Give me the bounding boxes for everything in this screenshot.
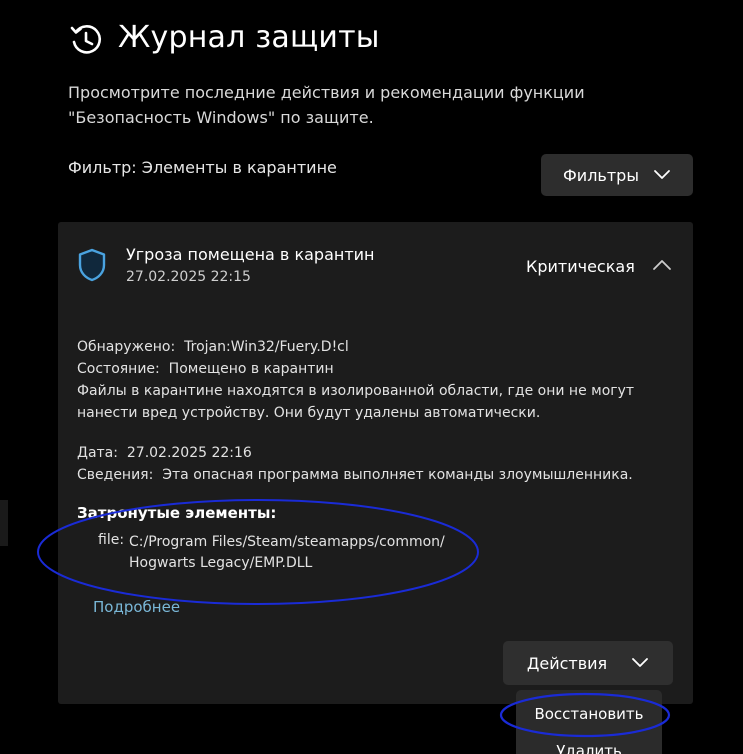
status-label: Состояние:: [77, 361, 160, 377]
severity-label: Критическая: [526, 257, 635, 276]
date-row: Дата: 27.02.2025 22:16: [77, 442, 677, 464]
file-path-line-2: Hogwarts Legacy/EMP.DLL: [129, 555, 313, 571]
detected-value: Trojan:Win32/Fuery.D!cl: [184, 339, 349, 355]
chevron-down-icon: [654, 170, 670, 179]
threat-date: 27.02.2025 22:15: [126, 269, 251, 285]
date-value: 27.02.2025 22:16: [126, 445, 252, 461]
chevron-down-icon: [632, 658, 649, 667]
more-details-link[interactable]: Подробнее: [93, 598, 180, 616]
file-path: C:/Program Files/Steam/steamapps/common/…: [129, 532, 445, 574]
window-edge: [0, 500, 8, 546]
protection-history-page: Журнал защиты Просмотрите последние дейс…: [0, 0, 743, 754]
info-value: Эта опасная программа выполняет команды …: [162, 467, 633, 483]
page-description: Просмотрите последние действия и рекомен…: [68, 83, 585, 127]
filter-label: Фильтр: Элементы в карантине: [68, 158, 337, 177]
info-row: Сведения: Эта опасная программа выполняе…: [77, 464, 677, 486]
date-label: Дата:: [77, 445, 118, 461]
info-label: Сведения:: [77, 467, 154, 483]
status-value: Помещено в карантин: [168, 361, 334, 377]
file-path-line-1: C:/Program Files/Steam/steamapps/common/: [129, 534, 445, 550]
chevron-up-icon[interactable]: [652, 258, 672, 272]
actions-button-label: Действия: [526, 653, 608, 673]
filters-button-label: Фильтры: [563, 165, 639, 185]
detected-row: Обнаружено: Trojan:Win32/Fuery.D!cl: [77, 336, 677, 358]
actions-menu: Восстановить Удалить: [516, 690, 662, 754]
delete-menu-item[interactable]: Удалить: [516, 742, 662, 754]
quarantine-note-line-2: нанести вред устройству. Они будут удале…: [77, 405, 541, 421]
threat-details: Обнаружено: Trojan:Win32/Fuery.D!cl Сост…: [77, 336, 677, 486]
threat-title: Угроза помещена в карантин: [126, 245, 375, 264]
page-title: Журнал защиты: [118, 20, 380, 55]
file-label: file:: [98, 532, 125, 548]
shield-icon: [78, 248, 106, 282]
status-row: Состояние: Помещено в карантин: [77, 358, 677, 380]
affected-items-title: Затронутые элементы:: [77, 504, 277, 522]
actions-button[interactable]: Действия: [503, 641, 673, 685]
filters-button[interactable]: Фильтры: [541, 154, 693, 196]
history-clock-icon: [70, 25, 102, 54]
threat-card: Угроза помещена в карантин 27.02.2025 22…: [58, 222, 693, 704]
detected-label: Обнаружено:: [77, 339, 176, 355]
restore-menu-item[interactable]: Восстановить: [516, 705, 662, 723]
quarantine-note-line-1: Файлы в карантине находятся в изолирован…: [77, 383, 635, 399]
